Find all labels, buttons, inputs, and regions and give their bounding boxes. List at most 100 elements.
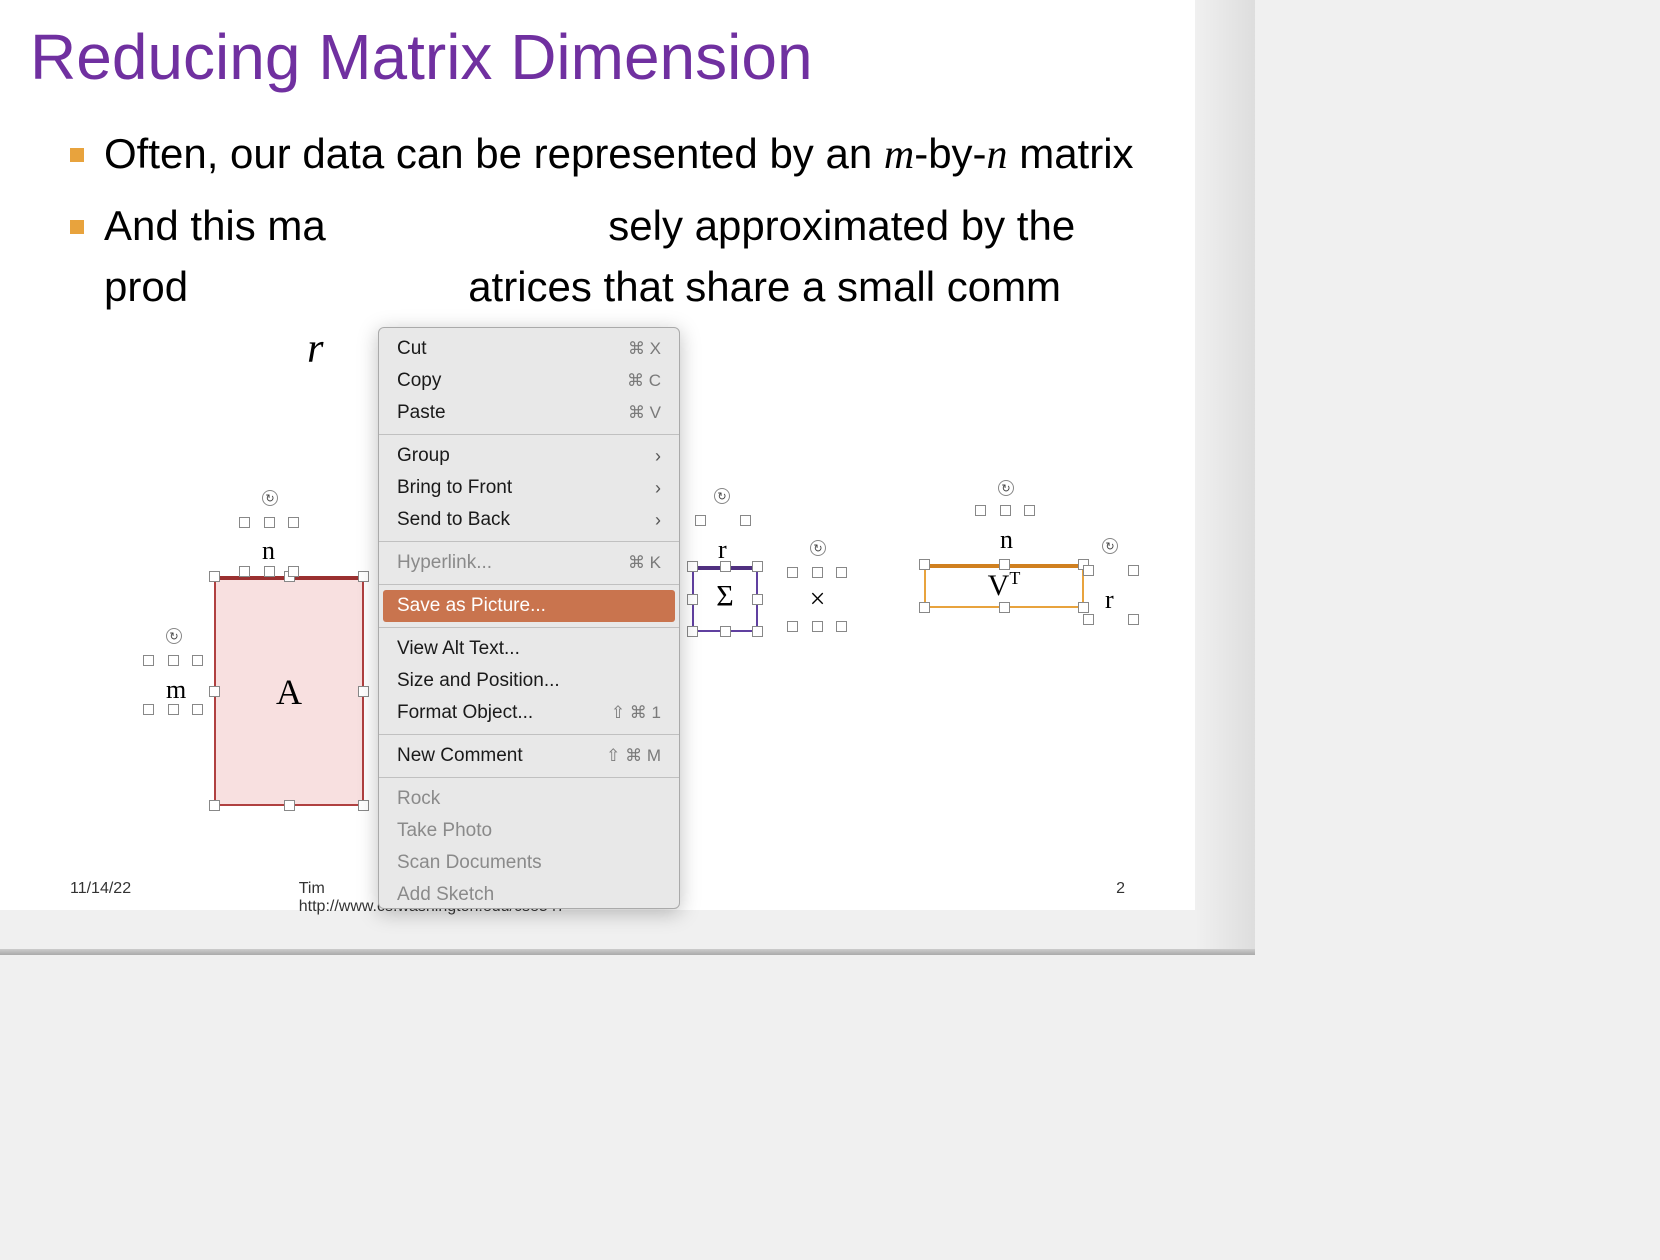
menu-send-to-back[interactable]: Send to Back › <box>379 504 679 536</box>
chevron-right-icon: › <box>655 510 661 531</box>
menu-rock-label: Rock <box>397 788 440 810</box>
menu-paste-label: Paste <box>397 402 446 424</box>
bullet-1-text: Often, our data can be represented by an… <box>104 124 1165 186</box>
resize-handle[interactable] <box>264 517 275 528</box>
menu-separator <box>379 434 679 435</box>
menu-stb-label: Send to Back <box>397 509 510 531</box>
resize-handle[interactable] <box>143 704 154 715</box>
menu-hyperlink-shortcut: ⌘ K <box>628 553 661 573</box>
menu-add-sketch[interactable]: Add Sketch <box>379 879 679 906</box>
dim-r-v[interactable]: r <box>1105 585 1114 615</box>
bottom-bar <box>0 949 1255 955</box>
menu-btf-label: Bring to Front <box>397 477 512 499</box>
b1-mid: -by- <box>914 130 986 177</box>
menu-separator <box>379 734 679 735</box>
b2-mid2: atrices that share a small comm <box>468 263 1061 310</box>
chevron-right-icon: › <box>655 446 661 467</box>
resize-handle[interactable] <box>288 517 299 528</box>
resize-handle[interactable] <box>812 621 823 632</box>
b1-m: m <box>884 132 914 178</box>
menu-cut-shortcut: ⌘ X <box>628 339 661 359</box>
menu-save-pic-label: Save as Picture... <box>397 595 546 617</box>
rotate-handle-icon[interactable] <box>714 488 730 504</box>
matrix-a-label: A <box>276 671 302 713</box>
footer-page: 2 <box>1116 880 1125 898</box>
resize-handle[interactable] <box>812 567 823 578</box>
menu-copy[interactable]: Copy ⌘ C <box>379 365 679 397</box>
matrix-a-shape[interactable]: A <box>214 576 364 806</box>
menu-add-sketch-label: Add Sketch <box>397 884 494 906</box>
resize-handle[interactable] <box>143 655 154 666</box>
footer-author-fragment: Tim <box>299 880 325 897</box>
menu-hyperlink[interactable]: Hyperlink... ⌘ K <box>379 547 679 579</box>
right-edge-shadow <box>1195 0 1255 955</box>
menu-comment-shortcut: ⇧ ⌘ M <box>606 746 661 766</box>
resize-handle[interactable] <box>836 567 847 578</box>
dim-m-a[interactable]: m <box>166 675 186 705</box>
slide-title: Reducing Matrix Dimension <box>0 0 1195 104</box>
matrix-vt-shape[interactable]: VT <box>924 564 1084 608</box>
b1-pre: Often, our data can be represented by an <box>104 130 884 177</box>
resize-handle[interactable] <box>740 515 751 526</box>
b2-r: r <box>307 326 323 372</box>
menu-alt-text-label: View Alt Text... <box>397 638 520 660</box>
menu-scan-docs-label: Scan Documents <box>397 852 542 874</box>
menu-comment-label: New Comment <box>397 745 523 767</box>
resize-handle[interactable] <box>1000 505 1011 516</box>
bullet-marker-icon <box>70 220 84 234</box>
rotate-handle-icon[interactable] <box>262 490 278 506</box>
resize-handle[interactable] <box>1128 565 1139 576</box>
context-menu[interactable]: Cut ⌘ X Copy ⌘ C Paste ⌘ V Group › Bring… <box>378 327 680 909</box>
menu-save-as-picture[interactable]: Save as Picture... <box>383 590 675 622</box>
menu-cut[interactable]: Cut ⌘ X <box>379 333 679 365</box>
resize-handle[interactable] <box>192 655 203 666</box>
menu-new-comment[interactable]: New Comment ⇧ ⌘ M <box>379 740 679 772</box>
resize-handle[interactable] <box>1083 614 1094 625</box>
menu-paste[interactable]: Paste ⌘ V <box>379 397 679 429</box>
resize-handle[interactable] <box>695 515 706 526</box>
resize-handle[interactable] <box>239 517 250 528</box>
menu-take-photo-label: Take Photo <box>397 820 492 842</box>
menu-bring-to-front[interactable]: Bring to Front › <box>379 472 679 504</box>
menu-group-label: Group <box>397 445 450 467</box>
rotate-handle-icon[interactable] <box>810 540 826 556</box>
menu-hyperlink-label: Hyperlink... <box>397 552 492 574</box>
dim-n-v[interactable]: n <box>1000 525 1013 555</box>
b1-post: matrix <box>1008 130 1134 177</box>
resize-handle[interactable] <box>975 505 986 516</box>
resize-handle[interactable] <box>787 621 798 632</box>
resize-handle[interactable] <box>787 567 798 578</box>
resize-handle[interactable] <box>168 704 179 715</box>
matrix-sigma-label: Σ <box>716 580 733 614</box>
menu-group[interactable]: Group › <box>379 440 679 472</box>
dim-n-a[interactable]: n <box>262 536 275 566</box>
menu-format-object[interactable]: Format Object... ⇧ ⌘ 1 <box>379 697 679 729</box>
rotate-handle-icon[interactable] <box>1102 538 1118 554</box>
menu-size-pos-label: Size and Position... <box>397 670 560 692</box>
rotate-handle-icon[interactable] <box>166 628 182 644</box>
menu-size-position[interactable]: Size and Position... <box>379 665 679 697</box>
menu-take-photo[interactable]: Take Photo <box>379 815 679 847</box>
bullet-marker-icon <box>70 148 84 162</box>
matrix-sigma-shape[interactable]: Σ <box>692 566 758 632</box>
menu-paste-shortcut: ⌘ V <box>628 403 661 423</box>
resize-handle[interactable] <box>1083 565 1094 576</box>
menu-copy-label: Copy <box>397 370 441 392</box>
menu-separator <box>379 777 679 778</box>
menu-scan-documents[interactable]: Scan Documents <box>379 847 679 879</box>
resize-handle[interactable] <box>1024 505 1035 516</box>
resize-handle[interactable] <box>1128 614 1139 625</box>
menu-format-shortcut: ⇧ ⌘ 1 <box>611 703 661 723</box>
dim-r-sigma[interactable]: r <box>718 535 727 565</box>
rotate-handle-icon[interactable] <box>998 480 1014 496</box>
multiply-label: × <box>810 583 826 615</box>
resize-handle[interactable] <box>192 704 203 715</box>
resize-handle[interactable] <box>836 621 847 632</box>
footer-date: 11/14/22 <box>70 880 131 898</box>
multiply-symbol[interactable]: × <box>800 585 835 620</box>
menu-rock[interactable]: Rock <box>379 783 679 815</box>
menu-view-alt-text[interactable]: View Alt Text... <box>379 633 679 665</box>
resize-handle[interactable] <box>168 655 179 666</box>
matrix-vt-label: VT <box>988 568 1021 603</box>
menu-separator <box>379 627 679 628</box>
